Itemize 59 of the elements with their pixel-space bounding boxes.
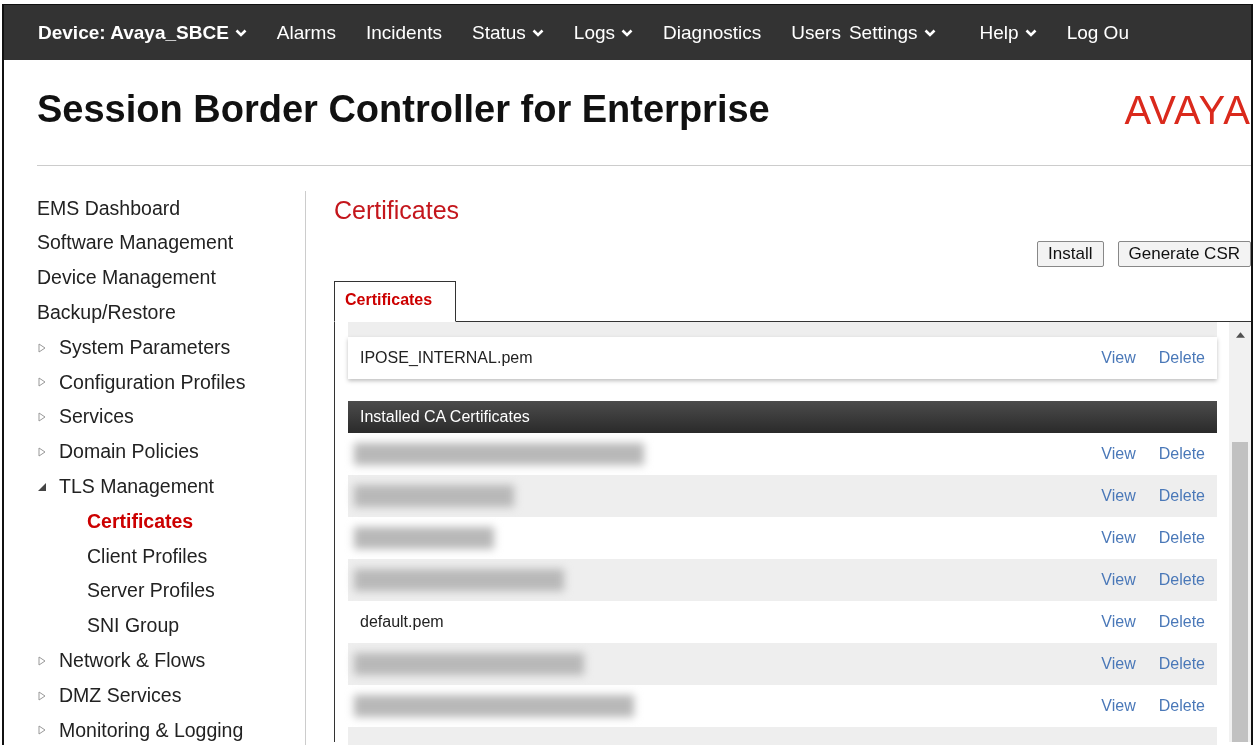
sidebar-item[interactable]: Domain Policies <box>59 441 199 463</box>
delete-link[interactable]: Delete <box>1158 529 1205 547</box>
chevron-down-icon <box>923 28 936 37</box>
nav-menu-item[interactable]: Help <box>979 21 1037 44</box>
nav-menu-item[interactable]: Status <box>472 21 544 44</box>
table-header: Installed CA Certificates <box>348 401 1217 433</box>
view-link[interactable]: View <box>1101 529 1136 547</box>
nav-menu-item[interactable]: Alarms <box>276 21 336 44</box>
view-link[interactable]: View <box>1101 613 1136 631</box>
generate-csr-button[interactable]: Generate CSR <box>1117 241 1251 267</box>
sidebar-item[interactable]: System Parameters <box>59 336 231 359</box>
view-link[interactable]: View <box>1101 655 1136 673</box>
delete-link[interactable]: Delete <box>1158 655 1205 673</box>
nav-menu-item[interactable]: Device: Avaya_SBCE <box>38 21 247 44</box>
delete-link[interactable]: Delete <box>1158 487 1205 505</box>
chevron-down-icon <box>1024 28 1037 37</box>
nav-menu-item[interactable]: Incidents <box>365 21 442 44</box>
nav-menu-item[interactable]: Logs <box>573 21 634 44</box>
delete-link[interactable]: Delete <box>1158 697 1205 715</box>
chevron-down-icon <box>531 28 544 37</box>
logo: AVAYA <box>1124 88 1251 133</box>
sidebar-item[interactable]: Monitoring & Logging <box>59 719 244 742</box>
sidebar-item[interactable]: Backup/Restore <box>37 302 176 324</box>
sidebar-item[interactable]: EMS Dashboard <box>37 197 181 220</box>
sidebar-item[interactable]: Network & Flows <box>59 650 206 672</box>
tab[interactable]: Certificates <box>334 281 456 322</box>
view-link[interactable]: View <box>1101 571 1136 589</box>
sidebar-item[interactable]: TLS Management <box>59 476 214 498</box>
sidebar-item[interactable]: Client Profiles <box>87 545 208 568</box>
sidebar-item[interactable]: Server Profiles <box>87 580 215 602</box>
sidebar-item[interactable]: SNI Group <box>87 615 180 637</box>
sidebar-item[interactable]: Services <box>59 406 134 428</box>
delete-link[interactable]: Delete <box>1158 571 1205 589</box>
view-link[interactable]: View <box>1101 697 1136 715</box>
sidebar-item[interactable]: Certificates <box>87 510 194 533</box>
nav-menu-item[interactable]: Log Ou <box>1066 21 1129 44</box>
nav-menu-item[interactable]: Users <box>791 21 841 44</box>
scrollbar-thumb[interactable] <box>1232 442 1248 742</box>
sidebar-item[interactable]: Software Management <box>37 232 234 254</box>
sidebar-item[interactable]: DMZ Services <box>59 684 182 707</box>
page-title: Session Border Controller for Enterprise <box>37 88 770 131</box>
chevron-down-icon <box>621 28 634 37</box>
view-link[interactable]: View <box>1101 349 1136 367</box>
view-link[interactable]: View <box>1101 445 1136 463</box>
sidebar-item[interactable]: Configuration Profiles <box>59 371 246 394</box>
delete-link[interactable]: Delete <box>1158 349 1205 367</box>
delete-link[interactable]: Delete <box>1158 613 1205 631</box>
install-button[interactable]: Install <box>1037 241 1104 267</box>
scrollbar[interactable] <box>1229 322 1251 742</box>
delete-link[interactable]: Delete <box>1158 445 1205 463</box>
sidebar-item[interactable]: Device Management <box>37 267 216 289</box>
nav-menu-item[interactable]: Settings <box>848 21 936 44</box>
scroll-up-icon[interactable] <box>1236 332 1245 338</box>
section-title: Certificates <box>334 196 461 225</box>
view-link[interactable]: View <box>1101 487 1136 505</box>
nav-menu-item[interactable]: Diagnostics <box>663 21 762 44</box>
certificate-name: IPOSE_INTERNAL.pem <box>360 349 533 366</box>
chevron-down-icon <box>234 28 247 37</box>
certificate-name: default.pem <box>360 613 444 630</box>
